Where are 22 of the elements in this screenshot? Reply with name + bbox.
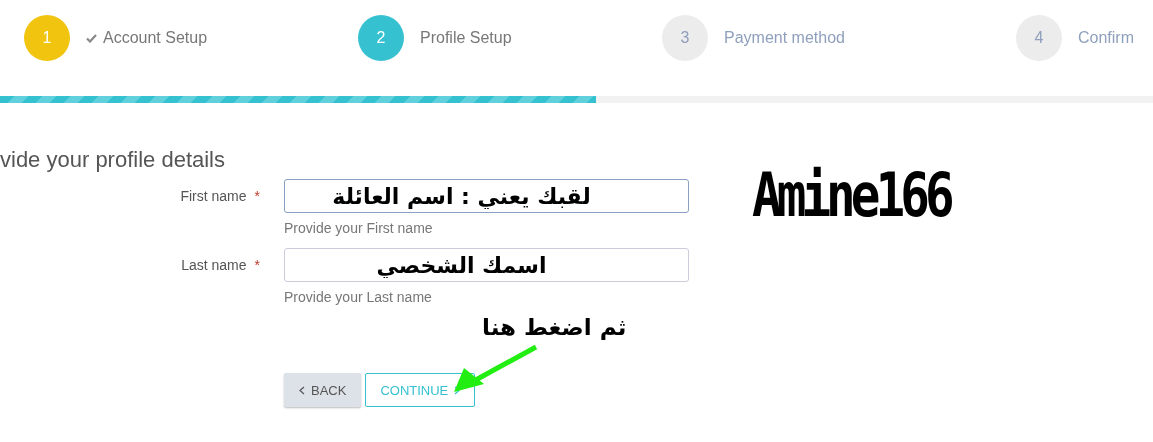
section-heading: vide your profile details (0, 147, 226, 173)
field-label: First name (180, 188, 247, 204)
step-number: 2 (358, 15, 404, 61)
step-label[interactable]: Confirm (1078, 29, 1134, 47)
chevron-left-icon (299, 385, 305, 395)
step-number: 3 (662, 15, 708, 61)
back-button[interactable]: BACK (284, 373, 362, 407)
required-mark: * (254, 188, 260, 204)
text-field[interactable]: لقبك يعني : اسم العائلة (284, 179, 689, 213)
step-number: 1 (24, 15, 70, 61)
signature-text: Amine166 (752, 160, 950, 230)
field-label: Last name (181, 257, 247, 273)
text-field[interactable]: اسمك الشخصي (284, 248, 689, 282)
help-text: Provide your First name (284, 220, 434, 236)
annotation-text: ثم اضغط هنا (482, 314, 627, 340)
step-label[interactable]: Profile Setup (420, 29, 512, 47)
step-number: 4 (1016, 15, 1062, 61)
help-text: Provide your Last name (284, 289, 433, 305)
step-label[interactable]: Payment method (724, 29, 845, 47)
check-icon (86, 33, 97, 43)
step-label[interactable]: Account Setup (86, 29, 208, 47)
required-mark: * (254, 257, 260, 273)
